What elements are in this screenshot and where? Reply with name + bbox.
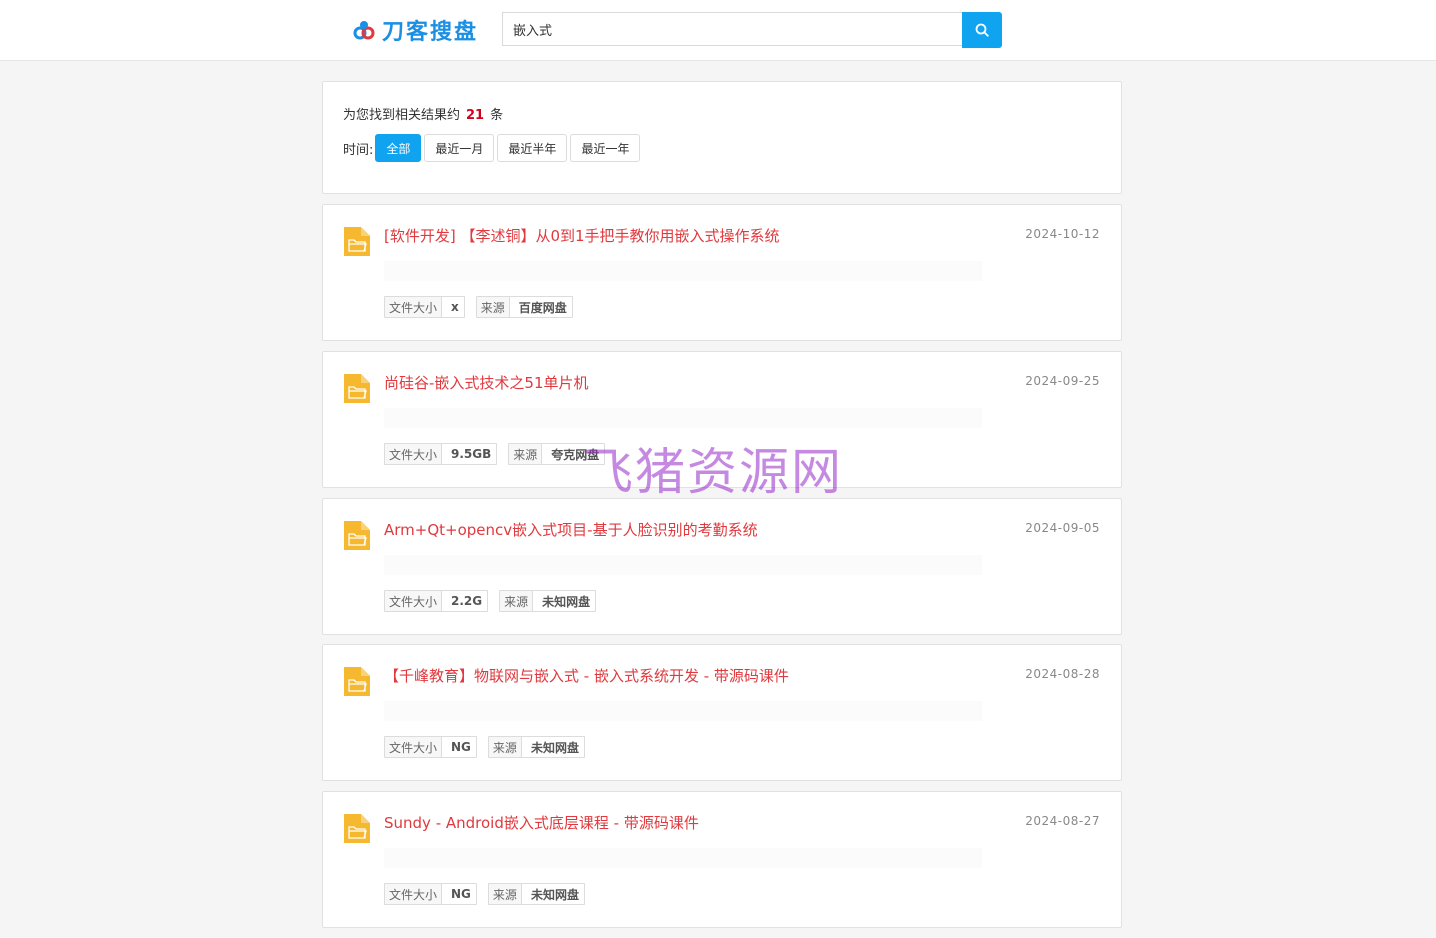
site-logo[interactable]: 刀客搜盘	[352, 14, 478, 46]
top-bar: 刀客搜盘	[0, 0, 1436, 61]
filter-last-half-year-button[interactable]: 最近半年	[497, 134, 568, 162]
file-size-tag: 文件大小 NG	[384, 736, 477, 758]
filter-last-month-button[interactable]: 最近一月	[424, 134, 495, 162]
source-tag: 来源 未知网盘	[499, 590, 597, 612]
result-count-suffix: 条	[490, 108, 504, 123]
source-value: 未知网盘	[542, 594, 591, 609]
source-label: 来源	[476, 297, 510, 317]
result-title-link[interactable]: [软件开发] 【李述铜】从0到1手把手教你用嵌入式操作系统	[384, 225, 780, 246]
file-size-label: 文件大小	[385, 884, 443, 904]
result-date: 2024-10-12	[1025, 227, 1100, 241]
result-tags: 文件大小 NG 来源 未知网盘	[384, 736, 596, 758]
result-tags: 文件大小 9.5GB 来源 夸克网盘	[384, 443, 616, 465]
search-icon	[975, 23, 989, 37]
result-card: Sundy - Android嵌入式底层课程 - 带源码课件 2024-08-2…	[322, 791, 1122, 928]
watermark: 飞猪资源网	[583, 443, 843, 501]
result-count: 21	[466, 108, 485, 123]
filter-last-year-button[interactable]: 最近一年	[570, 134, 641, 162]
result-snippet	[384, 261, 982, 281]
result-count-line: 为您找到相关结果约 21 条	[343, 104, 503, 123]
source-label: 来源	[488, 737, 522, 757]
result-date: 2024-08-27	[1025, 814, 1100, 828]
source-label: 来源	[509, 444, 543, 464]
result-title-link[interactable]: Arm+Qt+opencv嵌入式项目-基于人脸识别的考勤系统	[384, 519, 758, 540]
source-tag: 来源 未知网盘	[487, 883, 585, 905]
result-card: 【千峰教育】物联网与嵌入式 - 嵌入式系统开发 - 带源码课件 2024-08-…	[322, 644, 1122, 781]
file-size-label: 文件大小	[385, 591, 443, 611]
file-size-tag: 文件大小 9.5GB	[384, 443, 498, 465]
logo-text: 刀客搜盘	[382, 20, 479, 45]
search-input[interactable]	[503, 13, 962, 45]
time-filter-label: 时间:	[343, 142, 374, 158]
file-size-label: 文件大小	[385, 444, 443, 464]
result-date: 2024-09-05	[1025, 521, 1100, 535]
result-snippet	[384, 701, 982, 721]
file-size-value: 9.5GB	[451, 447, 492, 461]
file-size-value: NG	[451, 887, 471, 901]
result-tags: 文件大小 x 来源 百度网盘	[384, 296, 584, 318]
result-title-link[interactable]: 尚硅谷-嵌入式技术之51单片机	[384, 372, 589, 393]
result-tags: 文件大小 NG 来源 未知网盘	[384, 883, 596, 905]
result-title-link[interactable]: 【千峰教育】物联网与嵌入式 - 嵌入式系统开发 - 带源码课件	[384, 665, 789, 686]
folder-icon	[344, 667, 370, 696]
source-value: 百度网盘	[518, 300, 567, 315]
search-box	[502, 12, 962, 46]
file-size-label: 文件大小	[385, 737, 443, 757]
folder-icon	[344, 521, 370, 550]
logo-icon	[352, 18, 376, 42]
source-tag: 来源 未知网盘	[487, 736, 585, 758]
file-size-value: x	[451, 300, 459, 314]
file-size-value: NG	[451, 740, 471, 754]
filter-all-button[interactable]: 全部	[375, 134, 422, 162]
source-label: 来源	[488, 884, 522, 904]
result-date: 2024-08-28	[1025, 667, 1100, 681]
source-label: 来源	[500, 591, 534, 611]
file-size-tag: 文件大小 x	[384, 296, 465, 318]
file-size-label: 文件大小	[385, 297, 443, 317]
source-value: 未知网盘	[530, 887, 579, 902]
result-date: 2024-09-25	[1025, 374, 1100, 388]
folder-icon	[344, 227, 370, 256]
result-title-link[interactable]: Sundy - Android嵌入式底层课程 - 带源码课件	[384, 812, 699, 833]
file-size-value: 2.2G	[451, 594, 483, 608]
folder-icon	[344, 374, 370, 403]
source-value: 未知网盘	[530, 740, 579, 755]
result-card: [软件开发] 【李述铜】从0到1手把手教你用嵌入式操作系统 2024-10-12…	[322, 204, 1122, 341]
file-size-tag: 文件大小 2.2G	[384, 590, 489, 612]
time-filter: 时间: 全部 最近一月 最近半年 最近一年	[343, 134, 643, 162]
result-snippet	[384, 408, 982, 428]
result-snippet	[384, 848, 982, 868]
result-snippet	[384, 555, 982, 575]
source-tag: 来源 百度网盘	[475, 296, 573, 318]
search-button[interactable]	[962, 12, 1002, 48]
folder-icon	[344, 814, 370, 843]
result-summary: 为您找到相关结果约 21 条 时间: 全部 最近一月 最近半年 最近一年	[322, 81, 1122, 194]
file-size-tag: 文件大小 NG	[384, 883, 477, 905]
result-card: Arm+Qt+opencv嵌入式项目-基于人脸识别的考勤系统 2024-09-0…	[322, 498, 1122, 635]
result-tags: 文件大小 2.2G 来源 未知网盘	[384, 590, 607, 612]
result-count-prefix: 为您找到相关结果约	[343, 108, 461, 123]
